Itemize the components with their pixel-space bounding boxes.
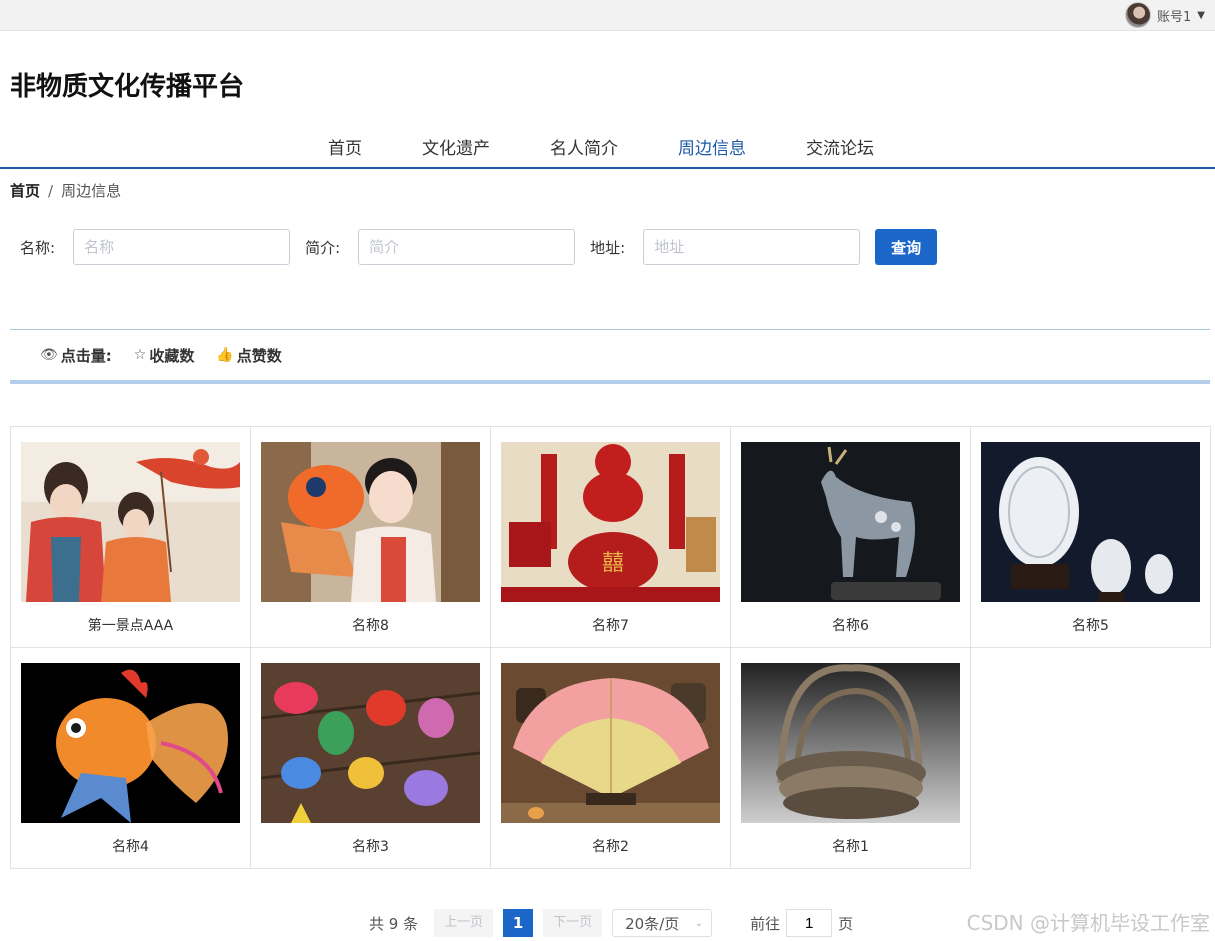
item-name[interactable]: 名称2 — [501, 836, 720, 856]
page-size-select[interactable]: 20条/页 ⌄ — [612, 909, 713, 937]
item-image[interactable] — [741, 663, 960, 823]
item-name[interactable]: 名称4 — [21, 836, 240, 856]
nav-item-forum[interactable]: 交流论坛 — [776, 136, 904, 162]
address-label: 地址: — [590, 238, 626, 257]
search-form: 名称: 简介: 地址: 查询 — [20, 229, 938, 265]
item-image[interactable] — [261, 663, 480, 823]
account-name[interactable]: 账号1 — [1157, 6, 1191, 25]
nav-item-surroundings[interactable]: 周边信息 — [648, 136, 776, 162]
item-name[interactable]: 名称8 — [261, 615, 480, 635]
star-icon: ☆ — [133, 347, 147, 363]
name-input[interactable] — [73, 229, 291, 265]
name-label: 名称: — [20, 238, 56, 257]
nav-item-celebrities[interactable]: 名人简介 — [520, 136, 648, 162]
item-name[interactable]: 名称7 — [501, 615, 720, 635]
page-number-current[interactable]: 1 — [503, 909, 534, 937]
item-image[interactable] — [21, 663, 240, 823]
item-grid: 第一景点AAA 名称8 囍 名称7 名称6 名称5 名称4 名称3 名称2 名称… — [10, 426, 1211, 869]
sort-favorites[interactable]: ☆ 收藏数 — [134, 345, 195, 366]
goto-label: 前往 — [750, 914, 781, 933]
item-card[interactable]: 名称6 — [730, 426, 971, 648]
nav-item-home[interactable]: 首页 — [298, 136, 392, 162]
site-title: 非物质文化传播平台 — [10, 72, 245, 102]
next-page-button[interactable]: 下一页 — [543, 909, 603, 937]
item-name[interactable]: 名称3 — [261, 836, 480, 856]
item-card[interactable]: 名称3 — [250, 647, 491, 869]
item-card[interactable]: 名称4 — [10, 647, 251, 869]
item-card[interactable]: 名称2 — [490, 647, 731, 869]
intro-input[interactable] — [358, 229, 576, 265]
sort-clicks[interactable]: 👁 点击量: — [40, 345, 112, 366]
item-name[interactable]: 名称6 — [741, 615, 960, 635]
item-image[interactable] — [741, 442, 960, 602]
account-menu[interactable]: 账号1 ▼ — [1125, 2, 1205, 28]
item-name[interactable]: 名称1 — [741, 836, 960, 856]
thumbs-up-icon: 👍 — [216, 347, 234, 363]
page-suffix-label: 页 — [838, 914, 854, 933]
nav-item-heritage[interactable]: 文化遗产 — [392, 136, 520, 162]
intro-label: 简介: — [305, 238, 341, 257]
query-button[interactable]: 查询 — [875, 229, 938, 265]
breadcrumb-separator: / — [48, 181, 54, 200]
sort-favorites-label: 收藏数 — [149, 346, 195, 365]
breadcrumb-current: 周边信息 — [61, 182, 122, 200]
total-count: 共 9 条 — [369, 914, 419, 933]
sort-likes-label: 点赞数 — [236, 346, 282, 365]
sort-bar: 👁 点击量: ☆ 收藏数 👍 点赞数 — [10, 329, 1210, 384]
item-name[interactable]: 第一景点AAA — [21, 615, 240, 635]
breadcrumb: 首页 / 周边信息 — [10, 180, 121, 201]
sort-clicks-label: 点击量: — [60, 346, 112, 365]
chevron-down-icon: ⌄ — [694, 917, 704, 929]
prev-page-button[interactable]: 上一页 — [434, 909, 494, 937]
item-card[interactable]: 囍 名称7 — [490, 426, 731, 648]
item-image[interactable] — [261, 442, 480, 602]
item-image[interactable]: 囍 — [501, 442, 720, 602]
item-card[interactable]: 名称5 — [970, 426, 1211, 648]
item-card[interactable]: 名称1 — [730, 647, 971, 869]
pagination: 共 9 条 上一页 1 下一页 20条/页 ⌄ 前往 页 — [369, 909, 853, 937]
item-name[interactable]: 名称5 — [981, 615, 1200, 635]
breadcrumb-home[interactable]: 首页 — [10, 180, 40, 201]
item-image[interactable] — [21, 442, 240, 602]
item-card[interactable]: 第一景点AAA — [10, 426, 251, 648]
page-size-value: 20条/页 — [625, 914, 680, 933]
address-input[interactable] — [643, 229, 861, 265]
goto-page-input[interactable] — [786, 909, 833, 937]
watermark: CSDN @计算机毕设工作室 — [966, 911, 1210, 935]
top-bar: 账号1 ▼ — [0, 0, 1215, 31]
item-image[interactable] — [501, 663, 720, 823]
caret-down-icon[interactable]: ▼ — [1197, 10, 1205, 21]
sort-likes[interactable]: 👍 点赞数 — [216, 345, 281, 366]
eye-icon: 👁 — [40, 347, 58, 363]
item-image[interactable] — [981, 442, 1200, 602]
item-card[interactable]: 名称8 — [250, 426, 491, 648]
avatar[interactable] — [1125, 2, 1152, 28]
main-nav: 首页 文化遗产 名人简介 周边信息 交流论坛 — [0, 132, 1215, 169]
svg-text:囍: 囍 — [602, 551, 624, 576]
